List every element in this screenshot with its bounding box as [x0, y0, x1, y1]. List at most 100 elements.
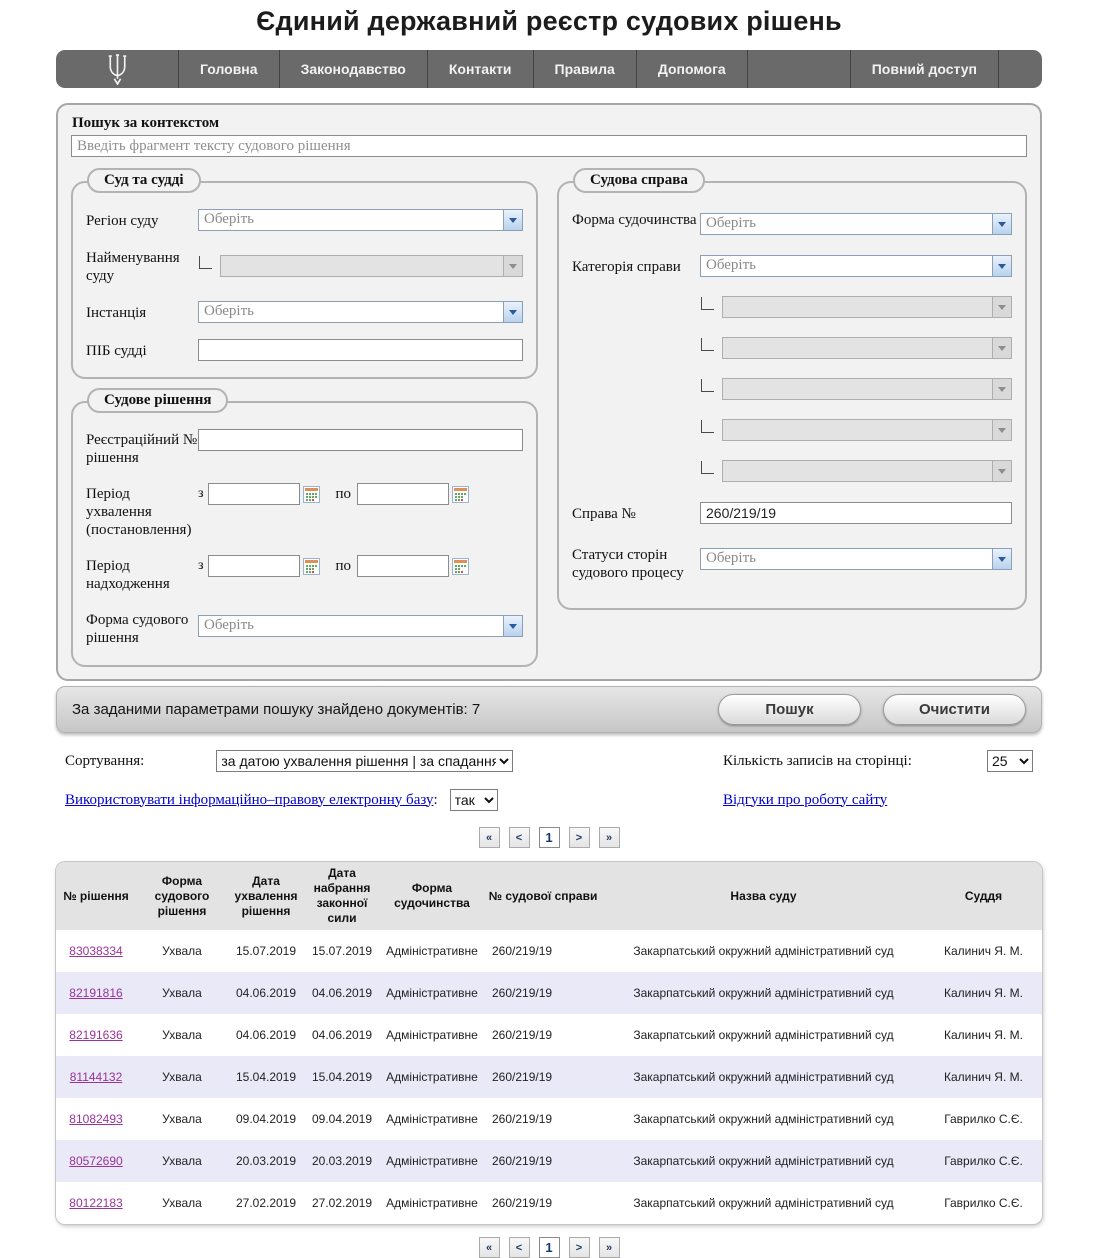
page-title: Єдиний державний реєстр судових рішень: [0, 0, 1098, 37]
decision-link[interactable]: 83038334: [69, 944, 122, 958]
party-status-select[interactable]: Оберіть: [700, 548, 1012, 570]
nav-item-4[interactable]: Допомога: [636, 50, 747, 88]
receipt-from-input[interactable]: [208, 555, 300, 577]
nav-spacer: [747, 50, 850, 88]
page-button-prev[interactable]: <: [509, 1237, 530, 1258]
party-status-select-value: Оберіть: [701, 549, 992, 569]
col-header-effective-date: Дата набрання законної сили: [304, 862, 380, 930]
legal-base-select[interactable]: так: [450, 789, 498, 811]
cell-case-number: 260/219/19: [484, 1140, 602, 1182]
judge-name-input[interactable]: [198, 339, 523, 361]
search-button[interactable]: Пошук: [718, 694, 861, 725]
receipt-period-label: Період надходження: [86, 555, 198, 593]
decision-form-select[interactable]: Оберіть: [198, 615, 523, 637]
page-button-next[interactable]: >: [569, 827, 590, 848]
instance-label: Інстанція: [86, 302, 198, 322]
cell-adoption-date: 20.03.2019: [228, 1140, 304, 1182]
receipt-to-input[interactable]: [357, 555, 449, 577]
cell-court: Закарпатський окружний адміністративний …: [602, 1140, 925, 1182]
nav-item-2[interactable]: Контакти: [427, 50, 533, 88]
context-search-input[interactable]: [71, 135, 1027, 157]
chevron-down-icon: [992, 214, 1011, 234]
court-name-label: Найменування суду: [86, 247, 198, 285]
case-category-label: Категорія справи: [572, 256, 700, 276]
chevron-down-icon: [503, 302, 522, 322]
col-header-decision-form: Форма судового рішення: [136, 862, 228, 930]
cell-form: Ухвала: [136, 1182, 228, 1224]
proceedings-form-select[interactable]: Оберіть: [700, 213, 1012, 235]
nav-item-3[interactable]: Правила: [533, 50, 636, 88]
per-page-select[interactable]: 25: [987, 750, 1033, 772]
calendar-icon[interactable]: [303, 558, 320, 575]
results-bar: За заданими параметрами пошуку знайдено …: [56, 686, 1042, 733]
sort-select[interactable]: за датою ухвалення рішення | за спадання…: [216, 750, 513, 772]
cell-adoption-date: 27.02.2019: [228, 1182, 304, 1224]
table-row: 83038334Ухвала15.07.201915.07.2019Адміні…: [56, 930, 1042, 972]
page-button-next[interactable]: >: [569, 1237, 590, 1258]
cell-effective-date: 09.04.2019: [304, 1098, 380, 1140]
cell-adoption-date: 09.04.2019: [228, 1098, 304, 1140]
col-header-court-name: Назва суду: [602, 862, 925, 930]
page-button-page-1[interactable]: 1: [539, 827, 560, 848]
cell-form: Ухвала: [136, 1098, 228, 1140]
decision-link[interactable]: 80572690: [69, 1154, 122, 1168]
calendar-icon[interactable]: [452, 558, 469, 575]
reg-number-input[interactable]: [198, 429, 523, 451]
per-page-label: Кількість записів на сторінці:: [723, 753, 912, 770]
instance-select-value: Оберіть: [199, 302, 503, 322]
calendar-icon[interactable]: [303, 486, 320, 503]
instance-select[interactable]: Оберіть: [198, 301, 523, 323]
cell-form: Ухвала: [136, 930, 228, 972]
chevron-down-icon: [992, 379, 1011, 399]
party-status-label: Статуси сторін судового процесу: [572, 544, 700, 582]
page-button-last[interactable]: »: [599, 827, 620, 848]
table-row: 82191636Ухвала04.06.201904.06.2019Адміні…: [56, 1014, 1042, 1056]
page-button-prev[interactable]: <: [509, 827, 530, 848]
decision-link[interactable]: 80122183: [69, 1196, 122, 1210]
cell-effective-date: 04.06.2019: [304, 972, 380, 1014]
decision-link[interactable]: 81144132: [70, 1070, 123, 1084]
page-button-last[interactable]: »: [599, 1237, 620, 1258]
page-button-first[interactable]: «: [479, 827, 500, 848]
decision-link[interactable]: 82191816: [69, 986, 122, 1000]
cell-form: Ухвала: [136, 1140, 228, 1182]
category-sub-select: [722, 419, 1012, 441]
category-sub-select: [722, 337, 1012, 359]
feedback-link[interactable]: Відгуки про роботу сайту: [723, 792, 887, 809]
search-panel: Пошук за контекстом Суд та судді Регіон …: [56, 103, 1042, 681]
chevron-down-icon: [992, 549, 1011, 569]
decision-link[interactable]: 81082493: [69, 1112, 122, 1126]
table-row: 80122183Ухвала27.02.201927.02.2019Адміні…: [56, 1182, 1042, 1224]
indent-corner-icon: [199, 256, 212, 269]
region-select[interactable]: Оберіть: [198, 209, 523, 231]
cell-effective-date: 27.02.2019: [304, 1182, 380, 1224]
decision-link[interactable]: 82191636: [69, 1028, 122, 1042]
case-number-input[interactable]: [700, 502, 1012, 524]
decision-form-select-value: Оберіть: [199, 616, 503, 636]
court-and-judges-group: Суд та судді Регіон суду Оберіть Наймену…: [71, 181, 538, 379]
cell-proceedings: Адміністративне: [380, 1140, 484, 1182]
chevron-down-icon: [992, 420, 1011, 440]
adoption-to-input[interactable]: [357, 483, 449, 505]
clear-button[interactable]: Очистити: [883, 694, 1026, 725]
category-sub-select: [722, 460, 1012, 482]
adoption-from-input[interactable]: [208, 483, 300, 505]
cell-form: Ухвала: [136, 972, 228, 1014]
case-category-select[interactable]: Оберіть: [700, 255, 1012, 277]
page-button-first[interactable]: «: [479, 1237, 500, 1258]
court-name-select: [220, 255, 523, 277]
calendar-icon[interactable]: [452, 486, 469, 503]
nav-item-1[interactable]: Законодавство: [279, 50, 427, 88]
chevron-down-icon: [992, 461, 1011, 481]
page-button-page-1[interactable]: 1: [539, 1237, 560, 1258]
cell-proceedings: Адміністративне: [380, 1014, 484, 1056]
nav-item-full-access[interactable]: Повний доступ: [850, 50, 998, 88]
legal-base-link[interactable]: Використовувати інформаційно–правову еле…: [65, 792, 433, 809]
cell-effective-date: 15.04.2019: [304, 1056, 380, 1098]
nav-item-0[interactable]: Головна: [178, 50, 279, 88]
col-header-adoption-date: Дата ухвалення рішення: [228, 862, 304, 930]
cell-judge: Калинич Я. М.: [925, 930, 1042, 972]
category-sub-select: [722, 378, 1012, 400]
cell-proceedings: Адміністративне: [380, 930, 484, 972]
table-row: 82191816Ухвала04.06.201904.06.2019Адміні…: [56, 972, 1042, 1014]
